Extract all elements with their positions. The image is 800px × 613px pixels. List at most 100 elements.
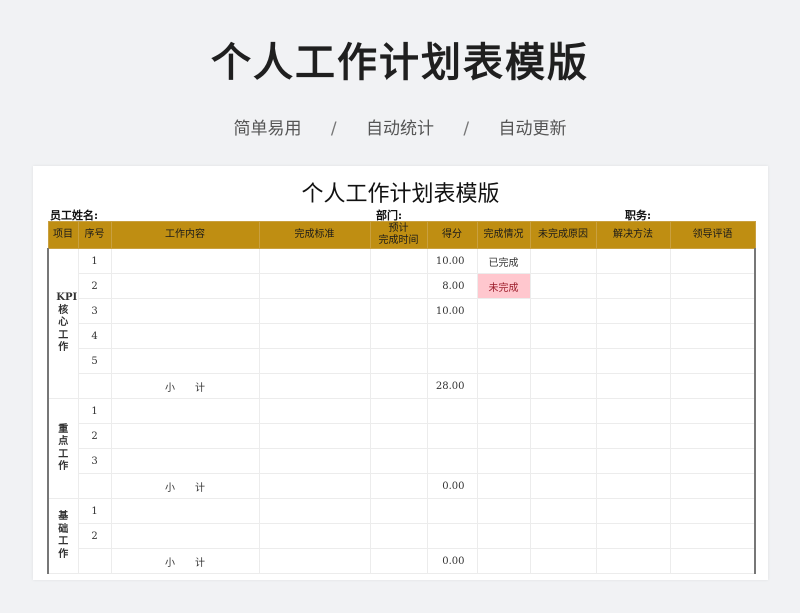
work-content-cell[interactable] bbox=[110, 498, 260, 524]
completion-standard-cell[interactable] bbox=[258, 323, 371, 349]
completion-standard-cell[interactable] bbox=[258, 248, 371, 274]
work-content-cell[interactable] bbox=[110, 298, 260, 324]
status-cell[interactable] bbox=[476, 523, 531, 549]
row-number[interactable]: 2 bbox=[77, 523, 112, 549]
leader-comment-cell[interactable] bbox=[669, 248, 756, 274]
row-number[interactable] bbox=[77, 548, 112, 574]
row-number[interactable]: 1 bbox=[77, 498, 112, 524]
solution-cell[interactable] bbox=[595, 473, 671, 499]
work-content-cell[interactable] bbox=[110, 523, 260, 549]
expected-time-cell[interactable] bbox=[369, 548, 428, 574]
reason-cell[interactable] bbox=[529, 448, 597, 474]
leader-comment-cell[interactable] bbox=[669, 423, 756, 449]
expected-time-cell[interactable] bbox=[369, 348, 428, 374]
leader-comment-cell[interactable] bbox=[669, 548, 756, 574]
row-number[interactable]: 1 bbox=[77, 248, 112, 274]
solution-cell[interactable] bbox=[595, 423, 671, 449]
expected-time-cell[interactable] bbox=[369, 498, 428, 524]
row-number[interactable]: 4 bbox=[77, 323, 112, 349]
work-content-cell[interactable] bbox=[110, 323, 260, 349]
status-cell[interactable] bbox=[476, 298, 531, 324]
leader-comment-cell[interactable] bbox=[669, 348, 756, 374]
expected-time-cell[interactable] bbox=[369, 448, 428, 474]
reason-cell[interactable] bbox=[529, 498, 597, 524]
score-cell[interactable] bbox=[426, 448, 478, 474]
work-content-cell[interactable] bbox=[110, 348, 260, 374]
subtotal-label[interactable]: 小 计 bbox=[110, 548, 260, 574]
work-content-cell[interactable] bbox=[110, 273, 260, 299]
solution-cell[interactable] bbox=[595, 298, 671, 324]
leader-comment-cell[interactable] bbox=[669, 523, 756, 549]
reason-cell[interactable] bbox=[529, 548, 597, 574]
solution-cell[interactable] bbox=[595, 373, 671, 399]
status-cell[interactable] bbox=[476, 548, 531, 574]
completion-standard-cell[interactable] bbox=[258, 523, 371, 549]
expected-time-cell[interactable] bbox=[369, 523, 428, 549]
status-cell[interactable] bbox=[476, 498, 531, 524]
score-cell[interactable]: 10.00 bbox=[426, 298, 478, 324]
row-number[interactable]: 5 bbox=[77, 348, 112, 374]
reason-cell[interactable] bbox=[529, 298, 597, 324]
status-cell[interactable] bbox=[476, 348, 531, 374]
row-number[interactable]: 3 bbox=[77, 298, 112, 324]
completion-standard-cell[interactable] bbox=[258, 473, 371, 499]
completion-standard-cell[interactable] bbox=[258, 298, 371, 324]
solution-cell[interactable] bbox=[595, 248, 671, 274]
row-number[interactable]: 2 bbox=[77, 273, 112, 299]
score-cell[interactable] bbox=[426, 323, 478, 349]
score-cell[interactable] bbox=[426, 423, 478, 449]
leader-comment-cell[interactable] bbox=[669, 448, 756, 474]
reason-cell[interactable] bbox=[529, 323, 597, 349]
score-cell[interactable] bbox=[426, 348, 478, 374]
row-number[interactable] bbox=[77, 473, 112, 499]
leader-comment-cell[interactable] bbox=[669, 273, 756, 299]
score-cell[interactable] bbox=[426, 398, 478, 424]
status-cell[interactable] bbox=[476, 423, 531, 449]
expected-time-cell[interactable] bbox=[369, 273, 428, 299]
status-cell[interactable]: 已完成 bbox=[476, 248, 531, 274]
subtotal-score[interactable]: 0.00 bbox=[426, 473, 478, 499]
completion-standard-cell[interactable] bbox=[258, 548, 371, 574]
reason-cell[interactable] bbox=[529, 473, 597, 499]
work-content-cell[interactable] bbox=[110, 423, 260, 449]
solution-cell[interactable] bbox=[595, 548, 671, 574]
expected-time-cell[interactable] bbox=[369, 473, 428, 499]
leader-comment-cell[interactable] bbox=[669, 398, 756, 424]
expected-time-cell[interactable] bbox=[369, 298, 428, 324]
status-cell[interactable] bbox=[476, 473, 531, 499]
subtotal-score[interactable]: 28.00 bbox=[426, 373, 478, 399]
expected-time-cell[interactable] bbox=[369, 423, 428, 449]
row-number[interactable]: 2 bbox=[77, 423, 112, 449]
reason-cell[interactable] bbox=[529, 423, 597, 449]
completion-standard-cell[interactable] bbox=[258, 373, 371, 399]
reason-cell[interactable] bbox=[529, 398, 597, 424]
solution-cell[interactable] bbox=[595, 273, 671, 299]
work-content-cell[interactable] bbox=[110, 448, 260, 474]
solution-cell[interactable] bbox=[595, 523, 671, 549]
reason-cell[interactable] bbox=[529, 273, 597, 299]
row-number[interactable]: 1 bbox=[77, 398, 112, 424]
expected-time-cell[interactable] bbox=[369, 373, 428, 399]
leader-comment-cell[interactable] bbox=[669, 473, 756, 499]
score-cell[interactable]: 8.00 bbox=[426, 273, 478, 299]
reason-cell[interactable] bbox=[529, 248, 597, 274]
expected-time-cell[interactable] bbox=[369, 398, 428, 424]
completion-standard-cell[interactable] bbox=[258, 423, 371, 449]
completion-standard-cell[interactable] bbox=[258, 273, 371, 299]
completion-standard-cell[interactable] bbox=[258, 448, 371, 474]
score-cell[interactable] bbox=[426, 523, 478, 549]
subtotal-score[interactable]: 0.00 bbox=[426, 548, 478, 574]
completion-standard-cell[interactable] bbox=[258, 398, 371, 424]
leader-comment-cell[interactable] bbox=[669, 373, 756, 399]
leader-comment-cell[interactable] bbox=[669, 298, 756, 324]
subtotal-label[interactable]: 小 计 bbox=[110, 373, 260, 399]
row-number[interactable] bbox=[77, 373, 112, 399]
reason-cell[interactable] bbox=[529, 523, 597, 549]
subtotal-label[interactable]: 小 计 bbox=[110, 473, 260, 499]
status-cell[interactable] bbox=[476, 323, 531, 349]
status-cell[interactable] bbox=[476, 373, 531, 399]
expected-time-cell[interactable] bbox=[369, 248, 428, 274]
leader-comment-cell[interactable] bbox=[669, 498, 756, 524]
score-cell[interactable] bbox=[426, 498, 478, 524]
score-cell[interactable]: 10.00 bbox=[426, 248, 478, 274]
